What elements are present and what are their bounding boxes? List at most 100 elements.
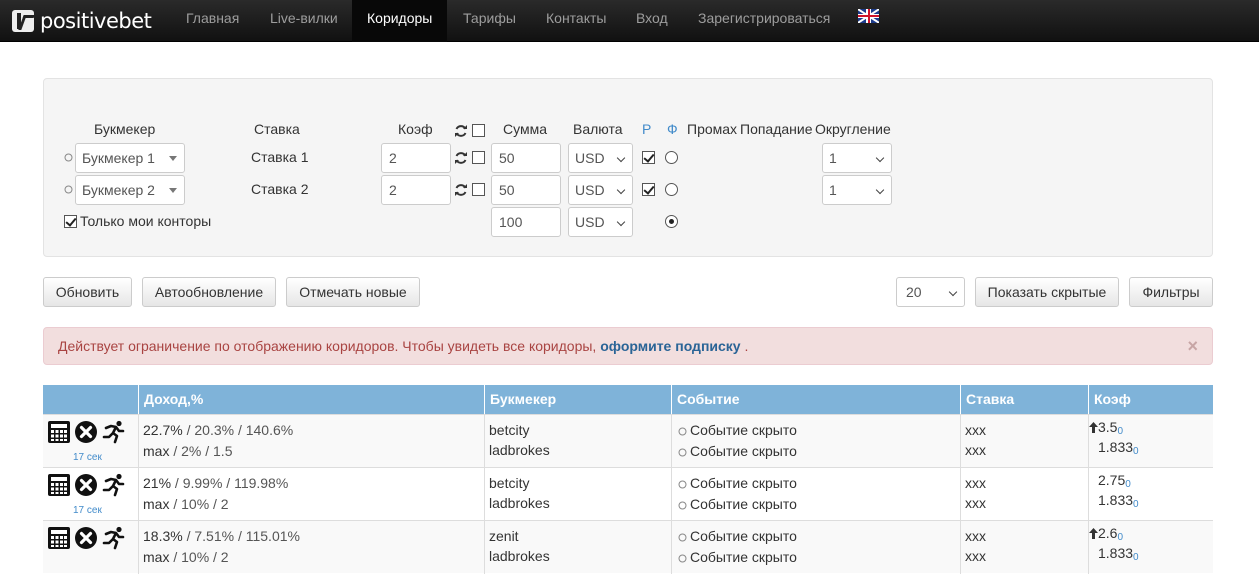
header-coef: Коэф bbox=[398, 121, 433, 137]
income-main: 22.7% bbox=[143, 422, 183, 438]
fix1-checkbox[interactable] bbox=[472, 151, 485, 164]
nav-live-forks[interactable]: Live-вилки bbox=[255, 0, 353, 42]
bookmaker-2[interactable]: ladbrokes bbox=[489, 548, 550, 564]
table-row: 17 сек 21% / 9.99% / 119.98% max / 10% / 2… bbox=[43, 467, 1213, 521]
event-2: Событие скрыто bbox=[690, 549, 797, 565]
f1-radio[interactable] bbox=[665, 151, 678, 164]
brand-logo[interactable]: positivebet bbox=[12, 7, 152, 35]
currency2-select[interactable]: USD bbox=[568, 175, 633, 205]
event-drag-icon bbox=[678, 448, 687, 457]
event-2: Событие скрыто bbox=[690, 496, 797, 512]
table-row: 18.3% / 7.51% / 115.01% max / 10% / 2 zeni… bbox=[43, 520, 1213, 574]
bookmaker-1[interactable]: betcity bbox=[489, 475, 529, 491]
total-currency-select[interactable]: USD bbox=[568, 207, 633, 237]
nav-tariffs[interactable]: Тарифы bbox=[448, 0, 531, 42]
calculator-icon[interactable] bbox=[47, 420, 71, 444]
drag-handle-icon[interactable] bbox=[64, 185, 73, 194]
income-main: 21% bbox=[143, 475, 172, 491]
row-coefs: 2.60 1.8330 bbox=[1089, 521, 1213, 574]
rounding1-select[interactable]: 1 bbox=[822, 143, 892, 173]
fix2-checkbox[interactable] bbox=[472, 183, 485, 196]
bet-1: xxx bbox=[965, 422, 986, 438]
header-currency: Валюта bbox=[573, 121, 623, 137]
bet-2: xxx bbox=[965, 548, 986, 564]
bookmaker-1[interactable]: betcity bbox=[489, 422, 529, 438]
rounding2-select[interactable]: 1 bbox=[822, 175, 892, 205]
row-age: 17 сек bbox=[73, 505, 102, 516]
row-bets: xxx xxx bbox=[961, 415, 1089, 468]
nav-home[interactable]: Главная bbox=[171, 0, 254, 42]
nav-login[interactable]: Вход bbox=[621, 0, 683, 42]
bet-1: xxx bbox=[965, 475, 986, 491]
f-total-radio[interactable] bbox=[665, 215, 678, 228]
bookmaker-2[interactable]: ladbrokes bbox=[489, 442, 550, 458]
bet-2: xxx bbox=[965, 495, 986, 511]
row-actions: 17 сек bbox=[43, 415, 139, 468]
row-income: 18.3% / 7.51% / 115.01% max / 10% / 2 bbox=[139, 521, 485, 574]
bookmaker-1[interactable]: zenit bbox=[489, 528, 519, 544]
row-events: Событие скрыто Событие скрыто bbox=[672, 415, 961, 468]
uk-flag-icon[interactable] bbox=[858, 9, 879, 23]
drag-handle-icon[interactable] bbox=[64, 153, 73, 162]
sync-icon[interactable] bbox=[454, 183, 468, 197]
only-mine-checkbox[interactable] bbox=[64, 215, 77, 228]
autorefresh-button[interactable]: Автообновление bbox=[142, 277, 276, 307]
stats-main: max bbox=[143, 496, 170, 512]
nav-register[interactable]: Зарегистрироваться bbox=[683, 0, 845, 42]
coef-2: 1.8330 bbox=[1098, 492, 1139, 510]
sync-icon[interactable] bbox=[454, 151, 468, 165]
r1-checkbox[interactable] bbox=[642, 151, 655, 164]
filters-button[interactable]: Фильтры bbox=[1129, 277, 1213, 307]
row-actions: 17 сек bbox=[43, 468, 139, 521]
r2-checkbox[interactable] bbox=[642, 183, 655, 196]
total-sum-input[interactable]: 100 bbox=[491, 207, 561, 237]
bookmaker1-select[interactable]: Букмекер 1 bbox=[75, 143, 185, 173]
hide-circle-x-icon[interactable] bbox=[74, 526, 98, 550]
sum1-input[interactable]: 50 bbox=[491, 143, 561, 173]
header-r: Р bbox=[642, 121, 652, 137]
f2-radio[interactable] bbox=[665, 183, 678, 196]
stats-detail: / 2% / 1.5 bbox=[169, 443, 233, 459]
running-man-icon[interactable] bbox=[102, 526, 126, 550]
subscribe-link[interactable]: оформите подписку bbox=[600, 338, 740, 354]
event-drag-icon bbox=[678, 501, 687, 510]
nav-corridors[interactable]: Коридоры bbox=[352, 0, 448, 42]
row-action-icons bbox=[47, 420, 129, 446]
hide-circle-x-icon[interactable] bbox=[74, 420, 98, 444]
running-man-icon[interactable] bbox=[102, 473, 126, 497]
refresh-button[interactable]: Обновить bbox=[43, 277, 132, 307]
sync-all-icon[interactable] bbox=[454, 124, 468, 138]
nav-contacts[interactable]: Контакты bbox=[531, 0, 621, 42]
coef-1: 3.50 bbox=[1098, 419, 1124, 437]
top-navbar: positivebet Главная Live-вилки Коридоры … bbox=[0, 0, 1259, 42]
bookmaker2-select[interactable]: Букмекер 2 bbox=[75, 175, 185, 205]
col-bet: Ставка bbox=[961, 385, 1089, 414]
fix-all-checkbox[interactable] bbox=[472, 124, 485, 137]
mark-new-button[interactable]: Отмечать новые bbox=[286, 277, 420, 307]
show-hidden-button[interactable]: Показать скрытые bbox=[975, 277, 1119, 307]
currency1-select[interactable]: USD bbox=[568, 143, 633, 173]
arrow-up-icon bbox=[1089, 528, 1098, 539]
col-event: Событие bbox=[672, 385, 961, 414]
sum2-input[interactable]: 50 bbox=[491, 175, 561, 205]
alert-close-button[interactable]: × bbox=[1187, 328, 1198, 364]
coef-2: 1.8330 bbox=[1098, 545, 1139, 563]
coef2-input[interactable]: 2 bbox=[381, 175, 451, 205]
coef-2: 1.8330 bbox=[1098, 439, 1139, 457]
hide-circle-x-icon[interactable] bbox=[74, 473, 98, 497]
running-man-icon[interactable] bbox=[102, 420, 126, 444]
row-bookmakers: betcity ladbrokes bbox=[485, 415, 672, 468]
calculator-icon[interactable] bbox=[47, 526, 71, 550]
row-bookmakers: betcity ladbrokes bbox=[485, 468, 672, 521]
row-bets: xxx xxx bbox=[961, 468, 1089, 521]
only-mine-label: Только мои конторы bbox=[80, 213, 212, 229]
calculator-icon[interactable] bbox=[47, 473, 71, 497]
coef1-input[interactable]: 2 bbox=[381, 143, 451, 173]
bookmaker-2[interactable]: ladbrokes bbox=[489, 495, 550, 511]
header-actions bbox=[43, 385, 139, 414]
page-size-select[interactable]: 20 bbox=[896, 277, 965, 307]
income-detail: / 20.3% / 140.6% bbox=[182, 422, 294, 438]
bet-1: xxx bbox=[965, 528, 986, 544]
event-drag-icon bbox=[678, 480, 687, 489]
coef-1: 2.750 bbox=[1098, 472, 1131, 490]
